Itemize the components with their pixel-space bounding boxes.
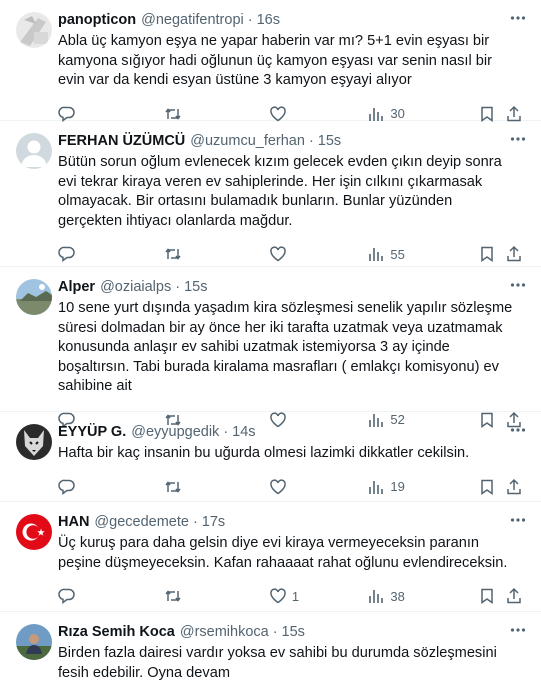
timestamp[interactable]: 17s <box>202 514 225 530</box>
views-button[interactable]: 19 <box>367 478 477 496</box>
author-name[interactable]: Alper <box>58 279 95 295</box>
tweet[interactable]: panopticon @negatifentropi · 16s Abla üç… <box>0 0 541 123</box>
author-name[interactable]: HAN <box>58 514 89 530</box>
more-dots-icon[interactable] <box>509 621 527 639</box>
retweet-button[interactable] <box>164 587 268 605</box>
share-button[interactable] <box>505 245 525 263</box>
like-button[interactable] <box>269 245 368 263</box>
bookmark-button[interactable] <box>478 587 506 605</box>
separator-dot: · <box>308 133 314 149</box>
bookmark-icon <box>478 478 496 496</box>
bookmark-button[interactable] <box>478 245 506 263</box>
tweet-text: Abla üç kamyon eşya ne yapar haberin var… <box>58 33 492 88</box>
tweet[interactable]: Alper @oziaialps · 15s 10 sene yurt dışı… <box>0 267 541 428</box>
timestamp[interactable]: 15s <box>184 279 207 295</box>
author-handle[interactable]: @eyyupgedik <box>131 424 219 440</box>
timestamp[interactable]: 14s <box>232 424 255 440</box>
avatar[interactable] <box>16 514 52 550</box>
reply-button[interactable] <box>58 587 164 605</box>
author-name[interactable]: Rıza Semih Koca <box>58 624 175 640</box>
tweet[interactable]: EYYÜP G. @eyyupgedik · 14s Hafta bir kaç… <box>0 412 541 502</box>
tweet[interactable]: FERHAN ÜZÜMCÜ @uzumcu_ferhan · 15s Bütün… <box>0 121 541 267</box>
bookmark-button[interactable] <box>478 105 506 123</box>
action-bar: 1 38 <box>58 576 525 616</box>
retweet-icon <box>164 587 182 605</box>
views-chart-icon <box>367 478 385 496</box>
bookmark-icon <box>478 587 496 605</box>
reply-button[interactable] <box>58 105 164 123</box>
views-button[interactable]: 55 <box>367 245 477 263</box>
like-button[interactable] <box>269 105 368 123</box>
share-icon <box>505 478 523 496</box>
tweet-feed: panopticon @negatifentropi · 16s Abla üç… <box>0 0 541 681</box>
avatar[interactable] <box>16 624 52 660</box>
timestamp[interactable]: 16s <box>257 12 280 28</box>
retweet-button[interactable] <box>164 105 268 123</box>
tweet-text: Bütün sorun oğlum evlenecek kızım gelece… <box>58 154 502 229</box>
retweet-button[interactable] <box>164 478 268 496</box>
avatar[interactable] <box>16 424 52 460</box>
author-handle[interactable]: @uzumcu_ferhan <box>190 133 305 149</box>
action-bar: 19 <box>58 467 525 507</box>
views-chart-icon <box>367 245 385 263</box>
author-name[interactable]: EYYÜP G. <box>58 424 126 440</box>
views-button[interactable]: 30 <box>367 105 477 123</box>
retweet-icon <box>164 478 182 496</box>
timestamp[interactable]: 15s <box>282 624 305 640</box>
retweet-icon <box>164 245 182 263</box>
separator-dot: · <box>175 279 181 295</box>
more-dots-icon[interactable] <box>509 421 527 439</box>
separator-dot: · <box>192 514 198 530</box>
heart-icon <box>269 478 287 496</box>
author-handle[interactable]: @gecedemete <box>94 514 189 530</box>
tweet[interactable]: HAN @gecedemete · 17s Üç kuruş para daha… <box>0 502 541 612</box>
share-button[interactable] <box>505 478 525 496</box>
author-handle[interactable]: @negatifentropi <box>141 12 244 28</box>
heart-icon <box>269 105 287 123</box>
avatar[interactable] <box>16 133 52 169</box>
reply-icon <box>58 478 76 496</box>
author-handle[interactable]: @oziaialps <box>100 279 171 295</box>
reply-icon <box>58 587 76 605</box>
author-handle[interactable]: @rsemihkoca <box>180 624 269 640</box>
more-dots-icon[interactable] <box>509 130 527 148</box>
share-icon <box>505 105 523 123</box>
share-icon <box>505 587 523 605</box>
heart-icon <box>269 245 287 263</box>
share-button[interactable] <box>505 105 525 123</box>
more-dots-icon[interactable] <box>509 9 527 27</box>
views-button[interactable]: 38 <box>367 587 477 605</box>
bookmark-button[interactable] <box>478 478 506 496</box>
like-button[interactable]: 1 <box>269 587 368 605</box>
views-chart-icon <box>367 105 385 123</box>
more-dots-icon[interactable] <box>509 276 527 294</box>
avatar[interactable] <box>16 12 52 48</box>
share-icon <box>505 245 523 263</box>
share-button[interactable] <box>505 587 525 605</box>
reply-button[interactable] <box>58 478 164 496</box>
tweet-text: Birden fazla dairesi vardır yoksa ev sah… <box>58 645 497 681</box>
reply-icon <box>58 245 76 263</box>
retweet-button[interactable] <box>164 245 268 263</box>
heart-icon <box>269 587 287 605</box>
avatar[interactable] <box>16 279 52 315</box>
separator-dot: · <box>247 12 253 28</box>
retweet-icon <box>164 105 182 123</box>
bookmark-icon <box>478 105 496 123</box>
bookmark-icon <box>478 245 496 263</box>
timestamp[interactable]: 15s <box>318 133 341 149</box>
tweet-text: Hafta bir kaç insanin bu uğurda olmesi l… <box>58 445 470 461</box>
separator-dot: · <box>272 624 278 640</box>
author-name[interactable]: panopticon <box>58 12 136 28</box>
reply-button[interactable] <box>58 245 164 263</box>
like-button[interactable] <box>269 478 368 496</box>
views-chart-icon <box>367 587 385 605</box>
tweet-text: 10 sene yurt dışında yaşadım kira sözleş… <box>58 300 513 394</box>
author-name[interactable]: FERHAN ÜZÜMCÜ <box>58 133 185 149</box>
reply-icon <box>58 105 76 123</box>
more-dots-icon[interactable] <box>509 511 527 529</box>
tweet[interactable]: Rıza Semih Koca @rsemihkoca · 15s Birden… <box>0 612 541 681</box>
tweet-text: Üç kuruş para daha gelsin diye evi kiray… <box>58 535 508 571</box>
separator-dot: · <box>223 424 229 440</box>
